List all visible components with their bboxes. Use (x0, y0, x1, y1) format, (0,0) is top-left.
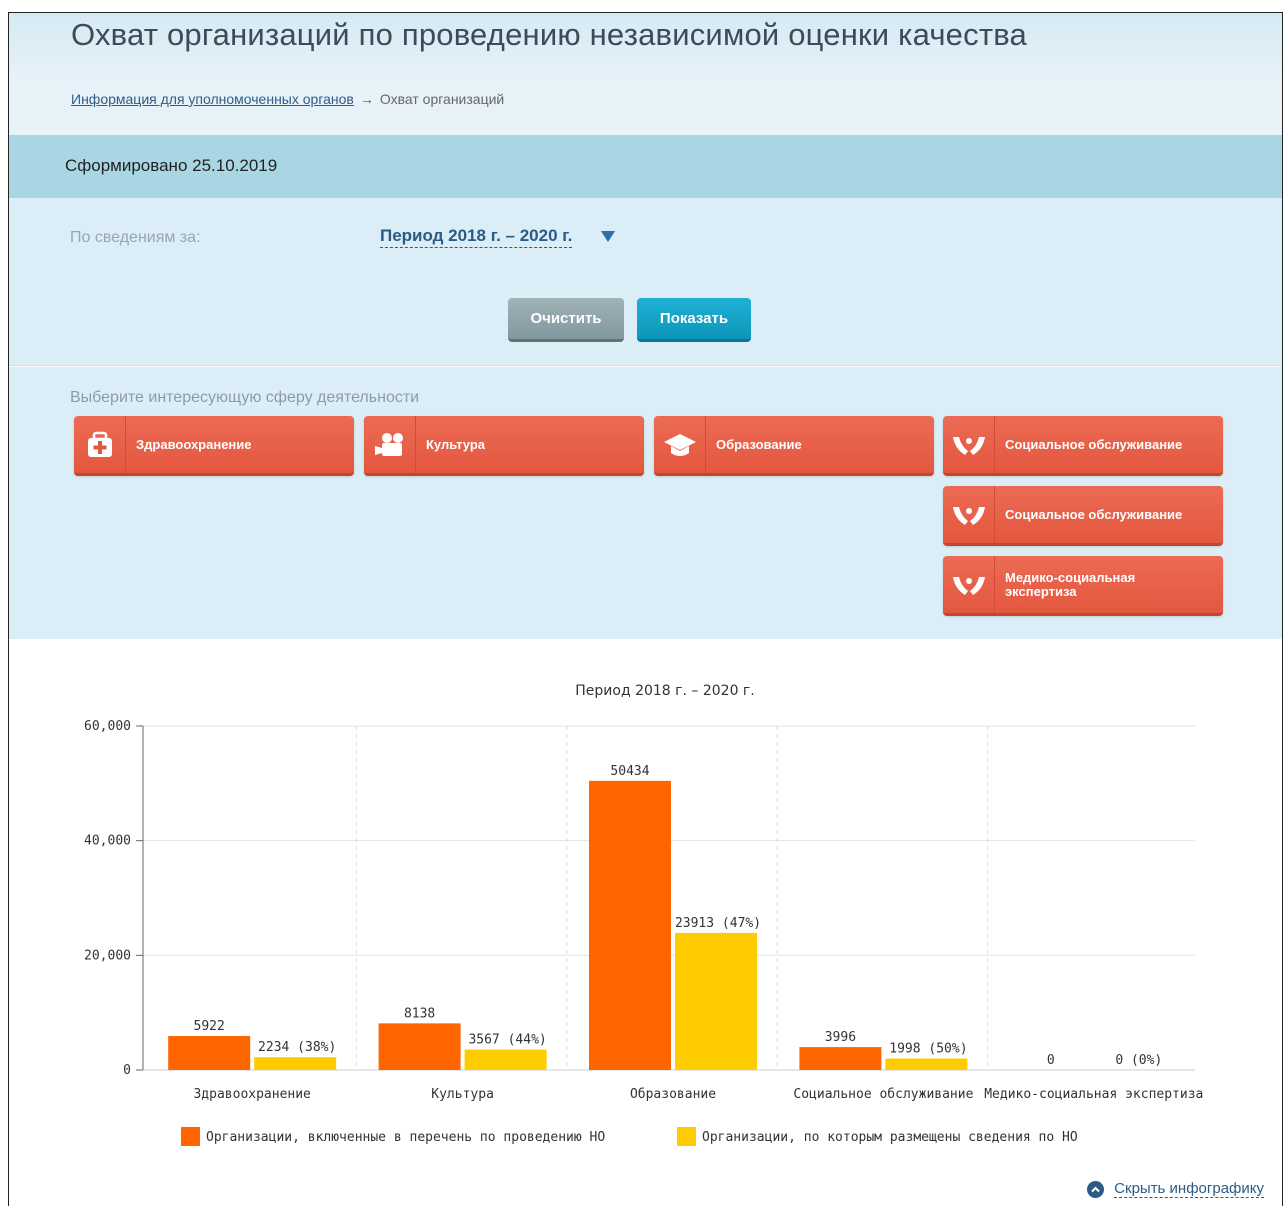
legend-swatch (181, 1127, 200, 1146)
sphere-button-social-service[interactable]: Социальное обслуживание (943, 416, 1223, 476)
data-label: 0 (0%) (1115, 1053, 1162, 1068)
bar (885, 1058, 968, 1070)
spheres-label: Выберите интересующую сферу деятельности (70, 389, 420, 406)
period-filter-label: По сведениям за: (70, 229, 201, 246)
sphere-label: Образование (716, 436, 802, 452)
bar (168, 1036, 251, 1070)
hide-infographic-link[interactable]: Скрыть инфографику (1087, 1180, 1264, 1198)
x-tick-label: Здравоохранение (193, 1087, 311, 1102)
bar (799, 1047, 882, 1070)
y-tick-label: 20,000 (84, 948, 131, 963)
clear-button[interactable]: Очистить (508, 298, 624, 342)
data-label: 8138 (404, 1006, 435, 1021)
data-label: 3996 (825, 1030, 856, 1045)
film-camera-icon (364, 416, 416, 473)
sphere-label: Здравоохранение (136, 436, 252, 452)
period-dropdown[interactable]: Период 2018 г. – 2020 г. (380, 226, 573, 248)
show-button[interactable]: Показать (637, 298, 751, 342)
sphere-label: Медико-социальная экспертиза (1005, 569, 1136, 599)
hands-icon (943, 416, 995, 473)
medkit-icon (74, 416, 126, 473)
breadcrumb-current: Охват организаций (379, 91, 505, 107)
breadcrumb-separator: → (359, 91, 374, 107)
sphere-label: Культура (426, 436, 486, 452)
sphere-button-medical-social-expertise[interactable]: Медико-социальная экспертиза (943, 556, 1223, 616)
hands-icon (943, 486, 995, 543)
dropdown-arrow-icon[interactable] (601, 231, 615, 242)
y-tick-label: 60,000 (84, 719, 131, 734)
sphere-button-healthcare[interactable]: Здравоохранение (74, 416, 354, 476)
sphere-label: Социальное обслуживание (1005, 506, 1183, 522)
page-header: Охват организаций по проведению независи… (9, 13, 1282, 135)
data-label: 1998 (50%) (889, 1042, 967, 1057)
x-tick-label: Медико-социальная экспертиза (984, 1087, 1203, 1102)
bar (464, 1049, 547, 1070)
bar (378, 1023, 461, 1070)
x-tick-label: Культура (431, 1087, 494, 1102)
formed-bar: Сформировано 25.10.2019 (9, 135, 1282, 198)
sphere-button-social-service-2[interactable]: Социальное обслуживание (943, 486, 1223, 546)
chevron-up-icon (1087, 1180, 1105, 1198)
page-title: Охват организаций по проведению независи… (71, 17, 1027, 52)
data-label: 5922 (194, 1019, 225, 1034)
legend-label: Организации, по которым размещены сведен… (702, 1130, 1078, 1145)
bar-chart: Период 2018 г. – 2020 г. 0 20,000 40,000 60,… (84, 683, 1203, 1146)
hide-infographic-label: Скрыть инфографику (1114, 1180, 1264, 1198)
sphere-label: Социальное обслуживание (1005, 436, 1183, 452)
legend-swatch (677, 1127, 696, 1146)
sphere-button-culture[interactable]: Культура (364, 416, 644, 476)
y-tick-label: 40,000 (84, 834, 131, 849)
filter-panel: По сведениям за: Период 2018 г. – 2020 г… (9, 198, 1282, 366)
breadcrumb: Информация для уполномоченных органов → Ох… (71, 91, 504, 107)
y-tick-label: 0 (123, 1063, 131, 1078)
bar (254, 1057, 337, 1070)
hands-icon (943, 556, 995, 613)
breadcrumb-parent-link[interactable]: Информация для уполномоченных органов (71, 91, 354, 107)
legend-label: Организации, включенные в перечень по пр… (206, 1130, 605, 1145)
spheres-panel: Выберите интересующую сферу деятельности… (9, 367, 1282, 639)
formed-date-text: Сформировано 25.10.2019 (65, 156, 278, 175)
data-label: 50434 (610, 764, 649, 779)
bar (589, 780, 671, 1070)
chart-container: Период 2018 г. – 2020 г. 0 20,000 40,000 60,… (9, 640, 1282, 1146)
bar (675, 932, 757, 1070)
data-label: 3567 (44%) (468, 1033, 546, 1048)
data-label: 0 (1047, 1053, 1055, 1068)
sphere-button-education[interactable]: Образование (654, 416, 934, 476)
x-tick-label: Социальное обслуживание (793, 1087, 973, 1102)
data-label: 23913 (47%) (675, 916, 761, 931)
graduation-cap-icon (654, 416, 706, 473)
chart-title: Период 2018 г. – 2020 г. (575, 683, 755, 699)
x-tick-label: Образование (630, 1087, 716, 1102)
data-label: 2234 (38%) (258, 1040, 336, 1055)
